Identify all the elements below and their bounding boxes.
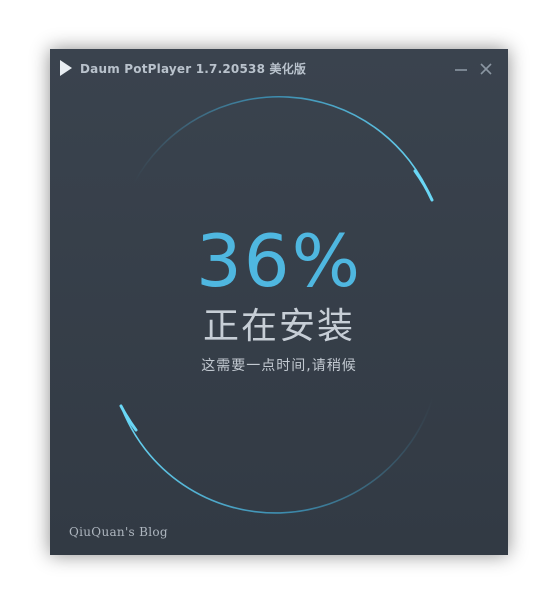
progress-arc-upper-head <box>413 169 434 202</box>
progress-arc-upper <box>133 96 433 201</box>
installer-window: Daum PotPlayer 1.7.20538 美化版 36% 正在安装 这需… <box>50 49 508 555</box>
wait-hint: 这需要一点时间,请稍候 <box>201 358 357 374</box>
progress-arc-lower-head <box>119 404 138 432</box>
progress-percent: 36% <box>195 219 363 303</box>
install-status: 正在安装 <box>202 306 355 347</box>
blog-credit: QiuQuan's Blog <box>69 525 168 539</box>
progress-arc-lower <box>120 396 434 514</box>
